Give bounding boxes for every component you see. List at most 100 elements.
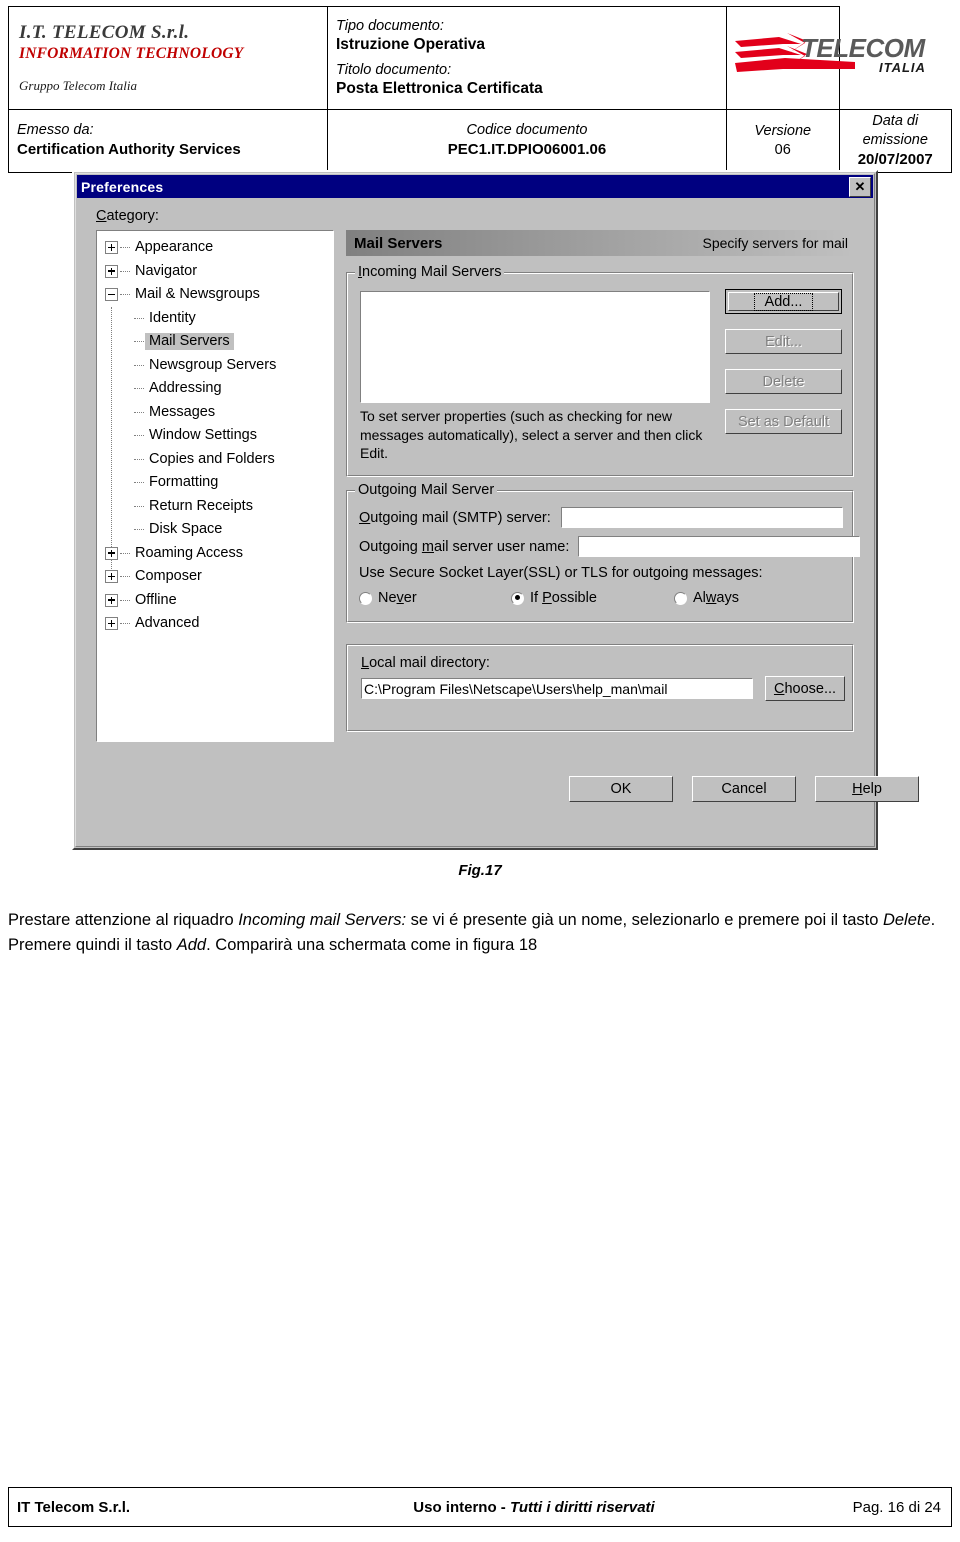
add-button-focus-ring: Add... (728, 292, 839, 311)
tree-item-label: Messages (149, 403, 216, 420)
add-button[interactable]: Add... (725, 289, 842, 314)
expand-icon[interactable] (105, 546, 118, 560)
tree-item-label: Navigator (135, 262, 198, 279)
tree-item-offline[interactable]: Offline (97, 589, 333, 613)
set-as-default-button[interactable]: Set as Default (725, 409, 842, 434)
doc-title-value: Posta Elettronica Certificata (336, 80, 543, 98)
smtp-username-label: Outgoing mail server user name: (359, 538, 570, 555)
local-dir-label: Local mail directory: (361, 655, 490, 671)
category-tree[interactable]: Appearance Navigator Mail & Newsgroups Iden… (96, 230, 334, 742)
tree-item-label: Appearance (135, 239, 214, 256)
tree-item-mail-servers[interactable]: Mail Servers (97, 330, 333, 354)
incoming-mail-servers-group: Incoming Mail Servers To set server prop… (346, 264, 854, 477)
expand-icon[interactable] (105, 570, 118, 584)
tree-item-roaming-access[interactable]: Roaming Access (97, 542, 333, 566)
p2-emphasis-1: Add (176, 936, 207, 954)
edit-button[interactable]: Edit... (725, 329, 842, 354)
radio-icon (359, 591, 372, 605)
close-icon[interactable]: ✕ (849, 176, 871, 197)
p1-emphasis-1: Incoming mail Servers: (238, 911, 407, 929)
set-as-default-button-label: Set as Default (737, 413, 830, 430)
tree-item-mail-newsgroups[interactable]: Mail & Newsgroups (97, 283, 333, 307)
ssl-option-never-label: Never (378, 590, 417, 606)
local-dir-input[interactable]: C:\Program Files\Netscape\Users\help_man… (361, 678, 753, 699)
ssl-option-if-possible-label: If Possible (530, 590, 597, 606)
ssl-section-label: Use Secure Socket Layer(SSL) or TLS for … (359, 565, 763, 581)
footer-center-plain: Uso interno - (413, 1498, 510, 1516)
smtp-server-row: Outgoing mail (SMTP) server: (359, 507, 843, 528)
footer-page-number: Pag. 16 di 24 (852, 1498, 941, 1516)
tree-item-label: Copies and Folders (149, 450, 275, 467)
tree-item-identity[interactable]: Identity (97, 307, 333, 331)
tree-item-return-receipts[interactable]: Return Receipts (97, 495, 333, 519)
version-value: 06 (774, 141, 791, 158)
expand-icon[interactable] (105, 264, 118, 278)
tree-item-label: Addressing (149, 380, 222, 397)
tree-item-label: Window Settings (149, 427, 257, 444)
incoming-servers-listbox[interactable] (360, 291, 710, 403)
smtp-username-input[interactable] (578, 536, 861, 557)
help-button[interactable]: Help (815, 776, 919, 802)
tree-item-appearance[interactable]: Appearance (97, 236, 333, 260)
tree-item-addressing[interactable]: Addressing (97, 377, 333, 401)
tree-connector-icon (134, 388, 144, 390)
tree-item-disk-space[interactable]: Disk Space (97, 518, 333, 542)
figure-caption: Fig.17 (458, 862, 502, 879)
panel-subtitle: Specify servers for mail (702, 235, 848, 251)
radio-icon-selected (511, 591, 524, 605)
dialog-titlebar: Preferences ✕ (77, 175, 873, 198)
tree-item-navigator[interactable]: Navigator (97, 260, 333, 284)
collapse-icon[interactable] (105, 288, 118, 302)
doc-type-label: Tipo documento: (336, 17, 444, 34)
tree-item-label: Offline (135, 591, 177, 608)
ssl-option-always[interactable]: Always (674, 590, 739, 606)
tree-item-newsgroup-servers[interactable]: Newsgroup Servers (97, 354, 333, 378)
p2-part2: . Comparirà una schermata come in figura… (206, 936, 538, 954)
tree-item-formatting[interactable]: Formatting (97, 471, 333, 495)
p1-part2: se vi é presente già un nome, selezionar… (406, 911, 883, 929)
header-row-identity: I.T. TELECOM S.r.l. INFORMATION TECHNOLO… (8, 6, 952, 110)
choose-button[interactable]: Choose... (765, 676, 845, 701)
smtp-server-input[interactable] (560, 507, 843, 528)
header-issuer-cell: Emesso da: Certification Authority Servi… (8, 108, 328, 174)
company-division: INFORMATION TECHNOLOGY (19, 45, 244, 63)
dialog-title: Preferences (81, 178, 164, 195)
footer-center-emphasis: Tutti i diritti riservati (509, 1498, 655, 1516)
tree-item-label: Newsgroup Servers (149, 356, 277, 373)
instruction-paragraph-2: Premere quindi il tasto Add. Comparirà u… (8, 933, 948, 958)
tree-item-label: Mail Servers (145, 333, 234, 351)
incoming-hint-text: To set server properties (such as checki… (360, 408, 703, 461)
header-date-cell: Data di emissione 20/07/2007 (838, 108, 952, 174)
tree-connector-icon (134, 341, 144, 343)
cancel-button-label: Cancel (721, 781, 767, 797)
expand-icon[interactable] (105, 593, 118, 607)
footer-company: IT Telecom S.r.l. (17, 1498, 131, 1516)
tree-list: Appearance Navigator Mail & Newsgroups Iden… (97, 231, 333, 636)
footer-confidentiality: Uso interno - Tutti i diritti riservati (317, 1499, 751, 1516)
tree-item-messages[interactable]: Messages (97, 401, 333, 425)
ok-button[interactable]: OK (569, 776, 673, 802)
doc-code-value: PEC1.IT.DPIO06001.06 (447, 141, 607, 159)
tree-item-label: Identity (149, 309, 196, 326)
tree-connector-icon (120, 623, 130, 625)
tree-connector-icon (134, 317, 144, 319)
ssl-option-if-possible[interactable]: If Possible (511, 590, 674, 606)
outgoing-group-legend: Outgoing Mail Server (355, 482, 498, 498)
expand-icon[interactable] (105, 617, 118, 631)
svg-text:ITALIA: ITALIA (879, 60, 926, 75)
tree-item-composer[interactable]: Composer (97, 565, 333, 589)
issuer-value: Certification Authority Services (17, 141, 241, 159)
expand-icon[interactable] (105, 241, 118, 255)
tree-item-advanced[interactable]: Advanced (97, 612, 333, 636)
p1-emphasis-2: Delete (882, 911, 931, 929)
tree-connector-icon (134, 411, 144, 413)
tree-item-window-settings[interactable]: Window Settings (97, 424, 333, 448)
tree-connector-icon (120, 270, 130, 272)
delete-button[interactable]: Delete (725, 369, 842, 394)
tree-connector-icon (134, 458, 144, 460)
tree-connector-icon (134, 505, 144, 507)
tree-item-copies-and-folders[interactable]: Copies and Folders (97, 448, 333, 472)
ssl-radio-group: Never If Possible Always (359, 590, 839, 606)
ssl-option-never[interactable]: Never (359, 590, 511, 606)
cancel-button[interactable]: Cancel (692, 776, 796, 802)
